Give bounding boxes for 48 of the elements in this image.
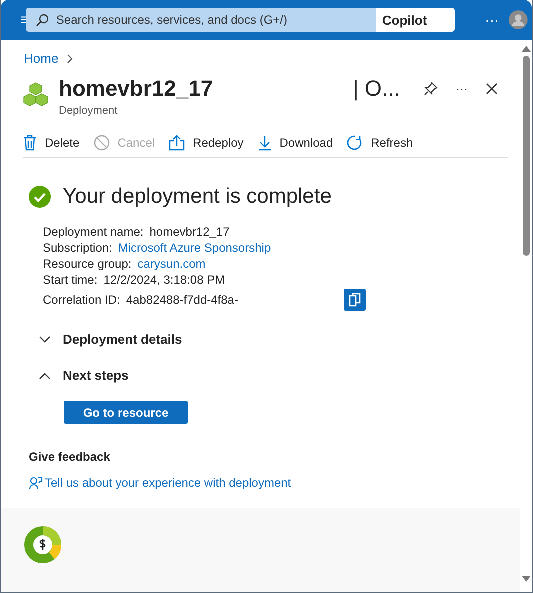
detail-label: Start time:	[43, 273, 98, 287]
download-icon	[258, 135, 272, 151]
detail-label: Resource group:	[43, 257, 132, 271]
detail-link[interactable]: Microsoft Azure Sponsorship	[118, 241, 272, 255]
cancel-icon	[94, 135, 110, 151]
breadcrumb-link[interactable]: Home	[24, 51, 59, 66]
chevron-down-icon	[39, 336, 51, 344]
menu-icon[interactable]	[21, 15, 26, 25]
delete-button[interactable]: Delete	[23, 135, 80, 151]
detail-label: Correlation ID:	[43, 293, 120, 307]
detail-value: homevbr12_17	[150, 225, 230, 239]
section-toggle[interactable]: Next steps	[29, 368, 129, 383]
chevron-up-icon	[39, 372, 51, 380]
detail-label: Deployment name:	[43, 225, 144, 239]
search-field[interactable]: Search resources, services, and docs (G+/)	[26, 8, 376, 32]
cost-donut-icon	[24, 526, 62, 564]
scroll-down-icon[interactable]	[522, 576, 530, 582]
feedback-link[interactable]: Tell us about your experience with deployment	[29, 476, 292, 490]
cubes-icon	[23, 82, 49, 108]
section-toggle[interactable]: Deployment details	[29, 332, 182, 347]
scroll-up-icon[interactable]	[522, 46, 530, 52]
copilot-button[interactable]: Copilot	[376, 8, 456, 32]
detail-label: Subscription:	[43, 241, 112, 255]
pin-icon[interactable]	[424, 82, 438, 96]
copy-button[interactable]	[344, 289, 366, 311]
go-to-resource-button[interactable]: Go to resource	[64, 401, 188, 424]
close-icon[interactable]	[486, 83, 498, 95]
redeploy-button[interactable]: Redeploy	[169, 135, 244, 151]
copy-icon	[349, 293, 362, 307]
refresh-button[interactable]: Refresh	[347, 135, 414, 151]
feedback-heading: Give feedback	[29, 450, 112, 464]
detail-value: 12/2/2024, 3:18:08 PM	[104, 273, 226, 287]
download-button[interactable]: Download	[258, 135, 334, 151]
more-button[interactable]: ···	[456, 82, 468, 96]
chevron-right-icon	[66, 54, 73, 64]
page-title: homevbr12_17	[59, 76, 214, 102]
search-icon	[36, 14, 50, 27]
check-circle-icon	[29, 186, 51, 208]
detail-link[interactable]: carysun.com	[138, 257, 206, 271]
feedback-icon	[29, 476, 43, 490]
page-subtitle: Deployment	[59, 105, 119, 117]
detail-value: 4ab82488-f7dd-4f8a-	[126, 293, 238, 307]
upload-icon	[169, 135, 186, 151]
page-title-suffix: | O...	[353, 76, 400, 102]
status-title: Your deployment is complete	[63, 185, 332, 209]
refresh-icon	[347, 135, 364, 151]
more-button[interactable]: ···	[479, 11, 506, 29]
trash-icon	[23, 135, 37, 151]
